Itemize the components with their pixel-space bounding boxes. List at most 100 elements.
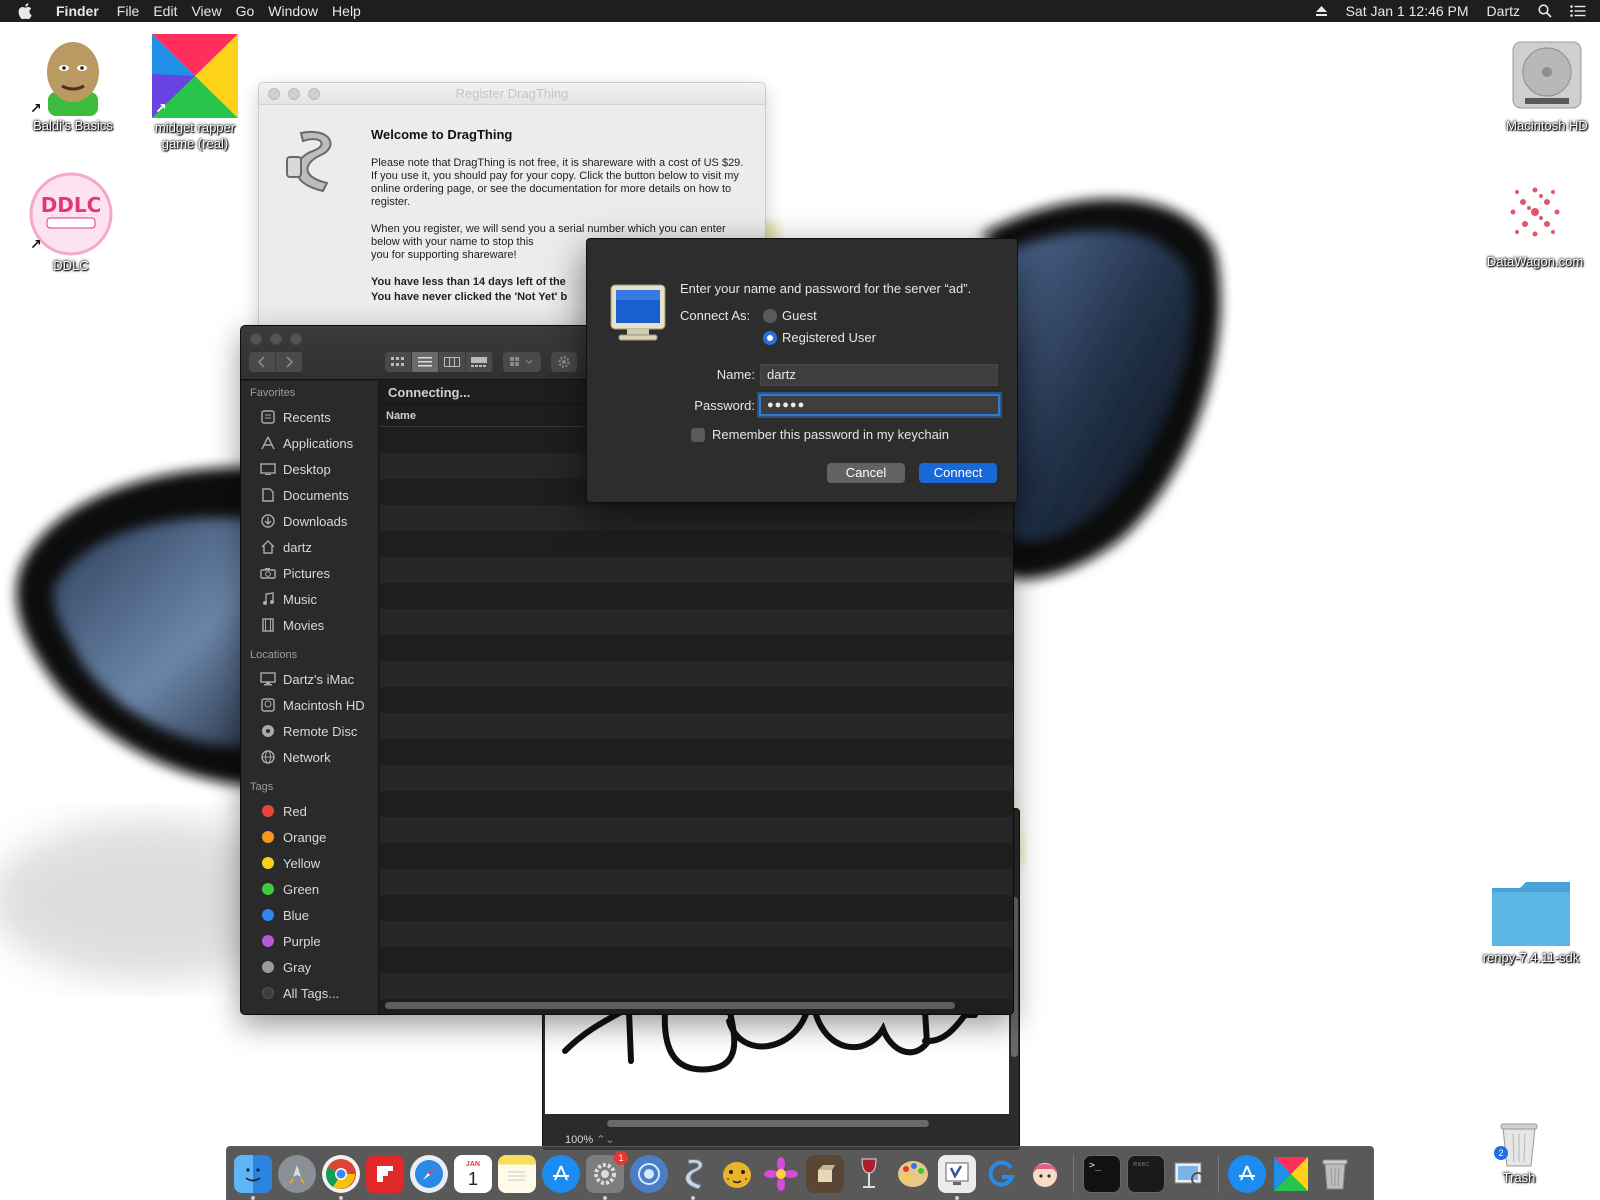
menu-edit[interactable]: Edit [153,3,191,19]
desktop-icon-midget-rapper[interactable]: ↗ midget rapper game (real) [140,34,250,152]
midget-icon[interactable] [1272,1155,1310,1193]
cancel-button[interactable]: Cancel [827,463,905,483]
menu-file[interactable]: File [117,3,154,19]
sidebar-tag-gray[interactable]: Gray [241,954,378,980]
column-view-button[interactable] [439,352,466,372]
terminal-icon[interactable]: >_ [1083,1155,1121,1193]
gallery-view-button[interactable] [466,352,493,372]
menubar-clock[interactable]: Sat Jan 1 12:46 PM [1346,3,1469,19]
sidebar-item-network[interactable]: Network [241,744,378,770]
registered-user-radio[interactable]: Registered User [763,330,876,345]
password-field[interactable]: ●●●●● [759,394,1000,416]
app-store-2-icon[interactable] [1228,1155,1266,1193]
menu-window[interactable]: Window [268,3,332,19]
action-button[interactable] [551,352,577,372]
desktop-icon-renpy[interactable]: renpy-7.4.11-sdk [1476,880,1586,966]
network-utility-icon[interactable] [630,1155,668,1193]
close-button[interactable] [268,88,280,100]
horizontal-scrollbar[interactable] [607,1120,929,1127]
menubar-user[interactable]: Dartz [1487,3,1520,19]
close-button[interactable] [250,333,262,345]
safari-icon[interactable] [410,1155,448,1193]
remember-keychain-checkbox[interactable]: Remember this password in my keychain [691,427,949,442]
radio-button-selected[interactable] [763,330,777,345]
sidebar-tag-red[interactable]: Red [241,798,378,824]
sidebar-tag-orange[interactable]: Orange [241,824,378,850]
g-icon[interactable] [982,1155,1020,1193]
window-titlebar[interactable]: Register DragThing [259,83,765,105]
desktop-icon-ddlc[interactable]: DDLC ↗ DDLC [16,172,126,274]
back-button[interactable] [249,352,276,372]
menu-help[interactable]: Help [332,3,375,19]
console-icon[interactable]: exec [1127,1155,1165,1193]
anime-icon[interactable] [1026,1155,1064,1193]
group-by-button[interactable] [503,352,541,372]
sidebar-item-music[interactable]: Music [241,586,378,612]
sidebar-item-imac[interactable]: Dartz's iMac [241,666,378,692]
sidebar-item-recents[interactable]: Recents [241,404,378,430]
radio-label: Registered User [782,330,876,345]
horizontal-scrollbar[interactable] [385,1002,955,1009]
desktop-icon-baldi[interactable]: ↗ Baldi's Basics [18,34,128,134]
cube-icon[interactable] [806,1155,844,1193]
vnc-icon[interactable] [938,1155,976,1200]
zoom-level[interactable]: 100% ⌃⌄ [565,1133,615,1146]
sidebar-item-macintosh-hd[interactable]: Macintosh HD [241,692,378,718]
flipboard-icon[interactable] [366,1155,404,1193]
desktop-icon-trash[interactable]: 2 Trash [1464,1120,1574,1186]
zoom-stepper-icon[interactable]: ⌃⌄ [596,1134,614,1146]
menu-view[interactable]: View [191,3,235,19]
forward-button[interactable] [276,352,303,372]
minimize-button[interactable] [270,333,282,345]
sidebar-item-remote-disc[interactable]: Remote Disc [241,718,378,744]
notes-icon[interactable] [498,1155,536,1193]
finder-icon[interactable] [234,1155,272,1200]
sidebar-item-pictures[interactable]: Pictures [241,560,378,586]
wine-icon[interactable] [850,1155,888,1193]
name-field[interactable]: dartz [760,364,998,386]
sidebar-tag-yellow[interactable]: Yellow [241,850,378,876]
sidebar-all-tags[interactable]: All Tags... [241,980,378,1006]
radio-button[interactable] [763,308,777,323]
calendar-icon[interactable]: JAN 1 [454,1155,492,1193]
desktop-icon-datawagon[interactable]: DataWagon.com [1480,172,1590,270]
launchpad-icon[interactable] [278,1155,316,1193]
zoom-button[interactable] [308,88,320,100]
applications-icon [259,434,277,452]
zoom-button[interactable] [290,333,302,345]
spotlight-search-icon[interactable] [1538,4,1552,18]
guest-radio[interactable]: Guest [763,308,817,323]
flower-icon[interactable] [762,1155,800,1193]
preview-icon[interactable] [1171,1155,1209,1193]
sidebar-section-header: Locations [250,649,298,661]
sidebar-tag-blue[interactable]: Blue [241,902,378,928]
app-store-icon[interactable] [542,1155,580,1193]
sidebar-item-documents[interactable]: Documents [241,482,378,508]
notification-center-icon[interactable] [1570,5,1586,17]
icon-view-button[interactable] [385,352,412,372]
paint-icon[interactable] [894,1155,932,1193]
menu-go[interactable]: Go [236,3,269,19]
sidebar-item-desktop[interactable]: Desktop [241,456,378,482]
system-preferences-icon[interactable]: 1 [586,1151,628,1200]
connect-as-label: Connect As: [680,308,751,323]
sidebar-item-home[interactable]: dartz [241,534,378,560]
dragthing-icon[interactable] [674,1155,712,1200]
list-view-button[interactable] [412,352,439,372]
cheetah-icon[interactable] [718,1155,756,1193]
desktop-icon-macintosh-hd[interactable]: Macintosh HD [1492,34,1600,134]
connect-button[interactable]: Connect [919,463,997,483]
tag-dot-icon [259,854,277,872]
menu-app-name[interactable]: Finder [52,3,117,19]
trash-icon[interactable] [1316,1155,1354,1193]
sidebar-item-movies[interactable]: Movies [241,612,378,638]
sidebar-tag-purple[interactable]: Purple [241,928,378,954]
chrome-icon[interactable] [322,1155,360,1200]
minimize-button[interactable] [288,88,300,100]
checkbox[interactable] [691,427,705,442]
sidebar-tag-green[interactable]: Green [241,876,378,902]
sidebar-item-downloads[interactable]: Downloads [241,508,378,534]
eject-icon[interactable] [1315,5,1328,17]
sidebar-item-applications[interactable]: Applications [241,430,378,456]
apple-menu-icon[interactable] [18,0,40,22]
